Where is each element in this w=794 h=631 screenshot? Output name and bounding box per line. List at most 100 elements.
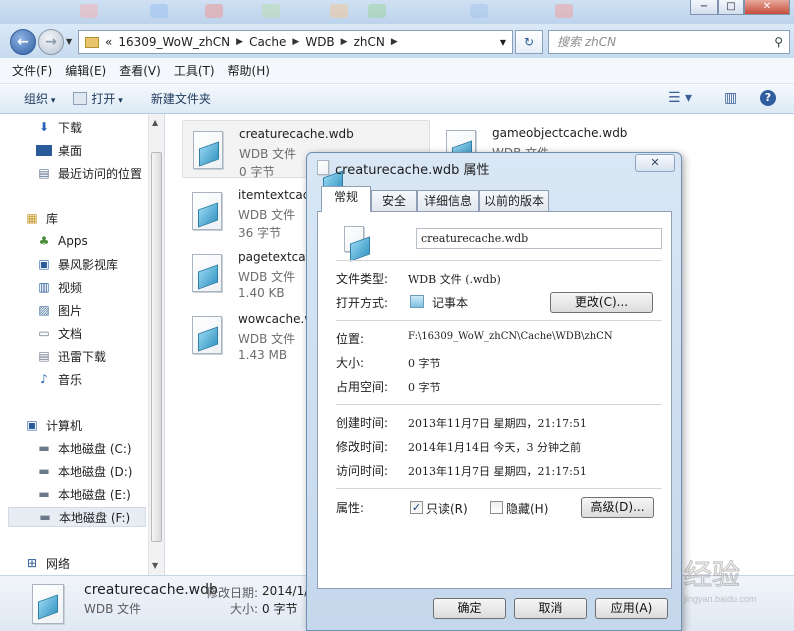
nav-item-desktop[interactable]: 桌面 <box>36 140 82 160</box>
notepad-icon <box>410 295 424 308</box>
menu-file[interactable]: 文件(F) <box>12 62 52 79</box>
hidden-checkbox[interactable] <box>490 501 503 514</box>
nav-item-drive-f[interactable]: ▬ 本地磁盘 (F:) <box>8 507 146 527</box>
breadcrumb-segment[interactable]: 16309_WoW_zhCN <box>118 35 230 49</box>
address-dropdown-icon[interactable]: ▼ <box>500 38 506 47</box>
cancel-button[interactable]: 取消 <box>514 598 587 619</box>
refresh-button[interactable]: ↻ <box>515 30 543 54</box>
menu-edit[interactable]: 编辑(E) <box>65 62 106 79</box>
nav-item-thunder[interactable]: ▤ 迅雷下载 <box>36 346 106 366</box>
nav-item-drive-e[interactable]: ▬ 本地磁盘 (E:) <box>36 484 130 504</box>
nav-item-documents[interactable]: ▭ 文档 <box>36 323 82 343</box>
file-size: 36 字节 <box>238 226 282 240</box>
size-label: 大小: <box>336 356 365 370</box>
tab-security[interactable]: 安全 <box>371 190 417 211</box>
ok-button[interactable]: 确定 <box>433 598 506 619</box>
window-close-button[interactable]: ✕ <box>744 0 790 15</box>
breadcrumb-segment[interactable]: Cache <box>249 35 286 49</box>
view-options-icon[interactable]: ☰ ▾ <box>668 90 692 106</box>
search-icon[interactable]: ⚲ <box>774 31 783 53</box>
readonly-label[interactable]: 只读(R) <box>426 500 468 517</box>
chevron-right-icon[interactable]: ▶ <box>236 37 243 47</box>
nav-item-baofeng[interactable]: ▣ 暴风影视库 <box>36 254 118 274</box>
change-button[interactable]: 更改(C)... <box>550 292 653 313</box>
location-label: 位置: <box>336 332 365 346</box>
tab-general[interactable]: 常规 <box>321 186 371 212</box>
nav-scrollbar[interactable]: ▲ ▼ <box>148 114 164 575</box>
nav-label: 库 <box>46 211 59 226</box>
size-on-disk-label: 占用空间: <box>336 380 389 394</box>
network-icon: ⊞ <box>26 556 38 570</box>
new-folder-button[interactable]: 新建文件夹 <box>135 90 223 107</box>
drive-icon: ▬ <box>39 510 51 524</box>
apply-button[interactable]: 应用(A) <box>595 598 668 619</box>
open-button[interactable]: 打开 <box>87 90 134 107</box>
filename-input[interactable]: creaturecache.wdb <box>416 228 662 249</box>
file-item[interactable]: wowcache.w WDB 文件 1.43 MB <box>182 306 306 364</box>
details-modified-label: 修改日期: <box>206 586 259 600</box>
nav-item-videos[interactable]: ▥ 视频 <box>36 277 82 297</box>
nav-item-computer[interactable]: ▣ 计算机 <box>24 415 82 435</box>
nav-item-downloads[interactable]: ⬇ 下载 <box>36 117 82 137</box>
wdb-file-icon <box>32 584 64 624</box>
nav-label: 音乐 <box>58 372 83 387</box>
forward-button[interactable]: → <box>38 29 64 55</box>
nav-item-pictures[interactable]: ▨ 图片 <box>36 300 82 320</box>
minimize-button[interactable]: − <box>690 0 718 15</box>
advanced-button[interactable]: 高级(D)... <box>581 497 654 518</box>
chevron-right-icon[interactable]: ▶ <box>391 37 398 47</box>
maximize-button[interactable]: □ <box>718 0 744 15</box>
address-input[interactable]: « 16309_WoW_zhCN ▶ Cache ▶ WDB ▶ zhCN ▶ ▼ <box>78 30 513 54</box>
scroll-up-icon[interactable]: ▲ <box>152 118 158 127</box>
address-overflow[interactable]: « <box>105 35 112 49</box>
size-value: 0 字节 <box>408 357 441 370</box>
back-button[interactable]: ← <box>10 29 36 55</box>
nav-item-drive-d[interactable]: ▬ 本地磁盘 (D:) <box>36 461 132 481</box>
hidden-label[interactable]: 隐藏(H) <box>506 500 548 517</box>
scroll-thumb[interactable] <box>151 152 162 542</box>
breadcrumb-segment[interactable]: zhCN <box>354 35 385 49</box>
file-item[interactable]: itemtextcache WDB 文件 36 字节 <box>182 182 324 240</box>
menu-help[interactable]: 帮助(H) <box>228 62 270 79</box>
general-tab-panel: creaturecache.wdb 文件类型: WDB 文件 (.wdb) 打开… <box>317 211 672 589</box>
nav-item-drive-c[interactable]: ▬ 本地磁盘 (C:) <box>36 438 131 458</box>
computer-icon: ▣ <box>26 418 38 432</box>
breadcrumb-segment[interactable]: WDB <box>305 35 334 49</box>
divider <box>336 320 662 321</box>
organize-button[interactable]: 组织 <box>0 90 67 107</box>
nav-item-apps[interactable]: ♣ Apps <box>36 231 88 251</box>
menu-tools[interactable]: 工具(T) <box>174 62 215 79</box>
wdb-file-icon <box>317 160 329 175</box>
chevron-right-icon[interactable]: ▶ <box>341 37 348 47</box>
history-dropdown-icon[interactable]: ▼ <box>66 37 72 46</box>
divider <box>336 404 662 405</box>
menu-bar: 文件(F) 编辑(E) 查看(V) 工具(T) 帮助(H) <box>0 58 794 84</box>
nav-label: 文档 <box>58 326 83 341</box>
readonly-checkbox[interactable]: ✓ <box>410 501 423 514</box>
file-type: WDB 文件 <box>239 147 297 161</box>
details-modified-value: 2014/1/ <box>262 584 309 598</box>
chevron-right-icon[interactable]: ▶ <box>292 37 299 47</box>
preview-pane-icon[interactable]: ▥ <box>724 90 737 106</box>
nav-item-network[interactable]: ⊞ 网络 <box>24 553 70 573</box>
nav-item-libraries[interactable]: ▦ 库 <box>24 208 58 228</box>
drive-icon: ▬ <box>38 464 50 478</box>
music-icon: ♪ <box>40 372 48 386</box>
menu-view[interactable]: 查看(V) <box>119 62 161 79</box>
file-size: 0 字节 <box>239 165 275 179</box>
tab-previous-versions[interactable]: 以前的版本 <box>479 190 549 211</box>
file-item[interactable]: pagetextcac WDB 文件 1.40 KB <box>182 244 306 302</box>
nav-label: 本地磁盘 (D:) <box>58 464 133 479</box>
help-icon[interactable]: ? <box>760 90 776 106</box>
nav-item-recent[interactable]: ▤ 最近访问的位置 <box>36 163 142 183</box>
modified-value: 2014年1月14日 今天，3 分钟之前 <box>408 441 581 454</box>
dialog-title: creaturecache.wdb 属性 <box>335 163 490 178</box>
search-input[interactable]: 搜索 zhCN ⚲ <box>548 30 790 54</box>
created-value: 2013年11月7日 星期四，21:17:51 <box>408 417 587 430</box>
nav-label: 最近访问的位置 <box>58 166 143 181</box>
scroll-down-icon[interactable]: ▼ <box>152 561 158 570</box>
dialog-close-button[interactable]: ✕ <box>635 154 675 172</box>
nav-item-music[interactable]: ♪ 音乐 <box>36 369 82 389</box>
file-size: 1.43 MB <box>238 348 288 362</box>
tab-details[interactable]: 详细信息 <box>417 190 479 211</box>
